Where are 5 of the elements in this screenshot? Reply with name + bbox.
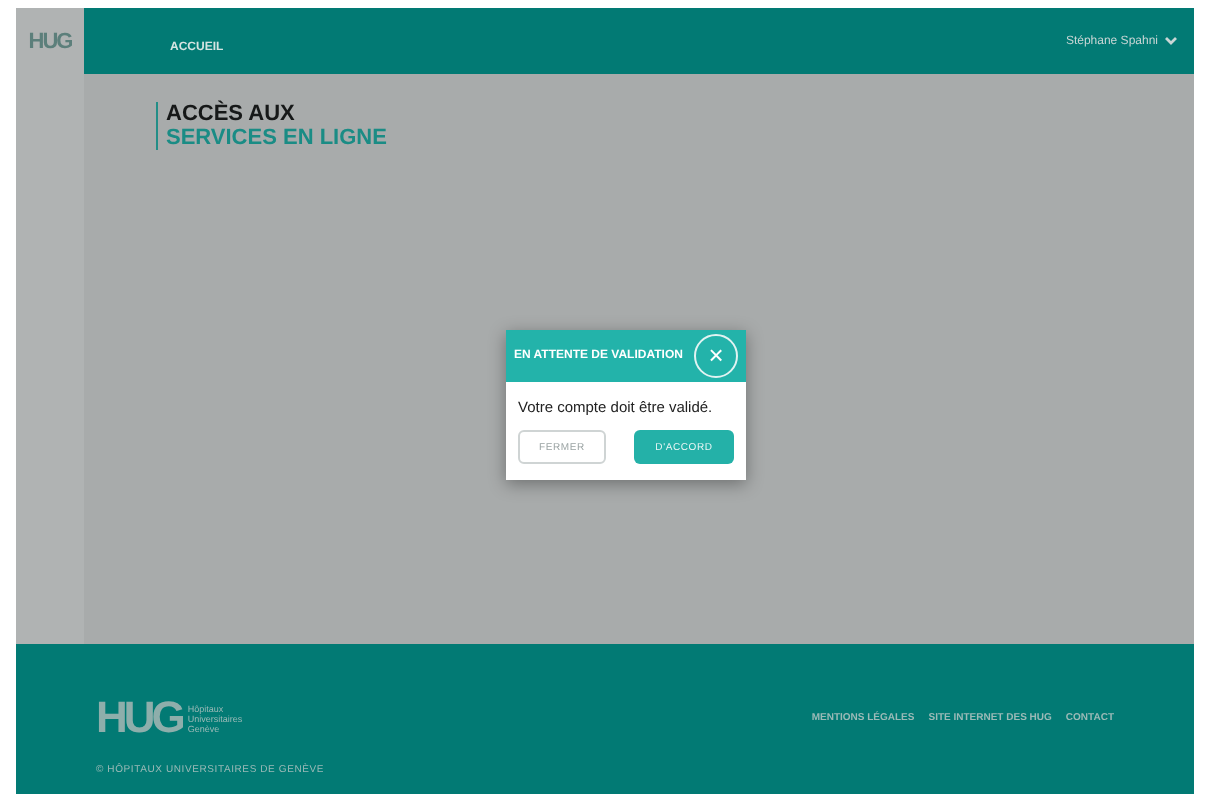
chevron-down-icon (1164, 36, 1178, 46)
footer-logo: HUG (96, 692, 182, 744)
close-button[interactable]: × (694, 334, 738, 378)
page-title: ACCÈS AUX SERVICES EN LIGNE (156, 102, 1194, 150)
hug-logo[interactable]: HUG (16, 8, 84, 74)
